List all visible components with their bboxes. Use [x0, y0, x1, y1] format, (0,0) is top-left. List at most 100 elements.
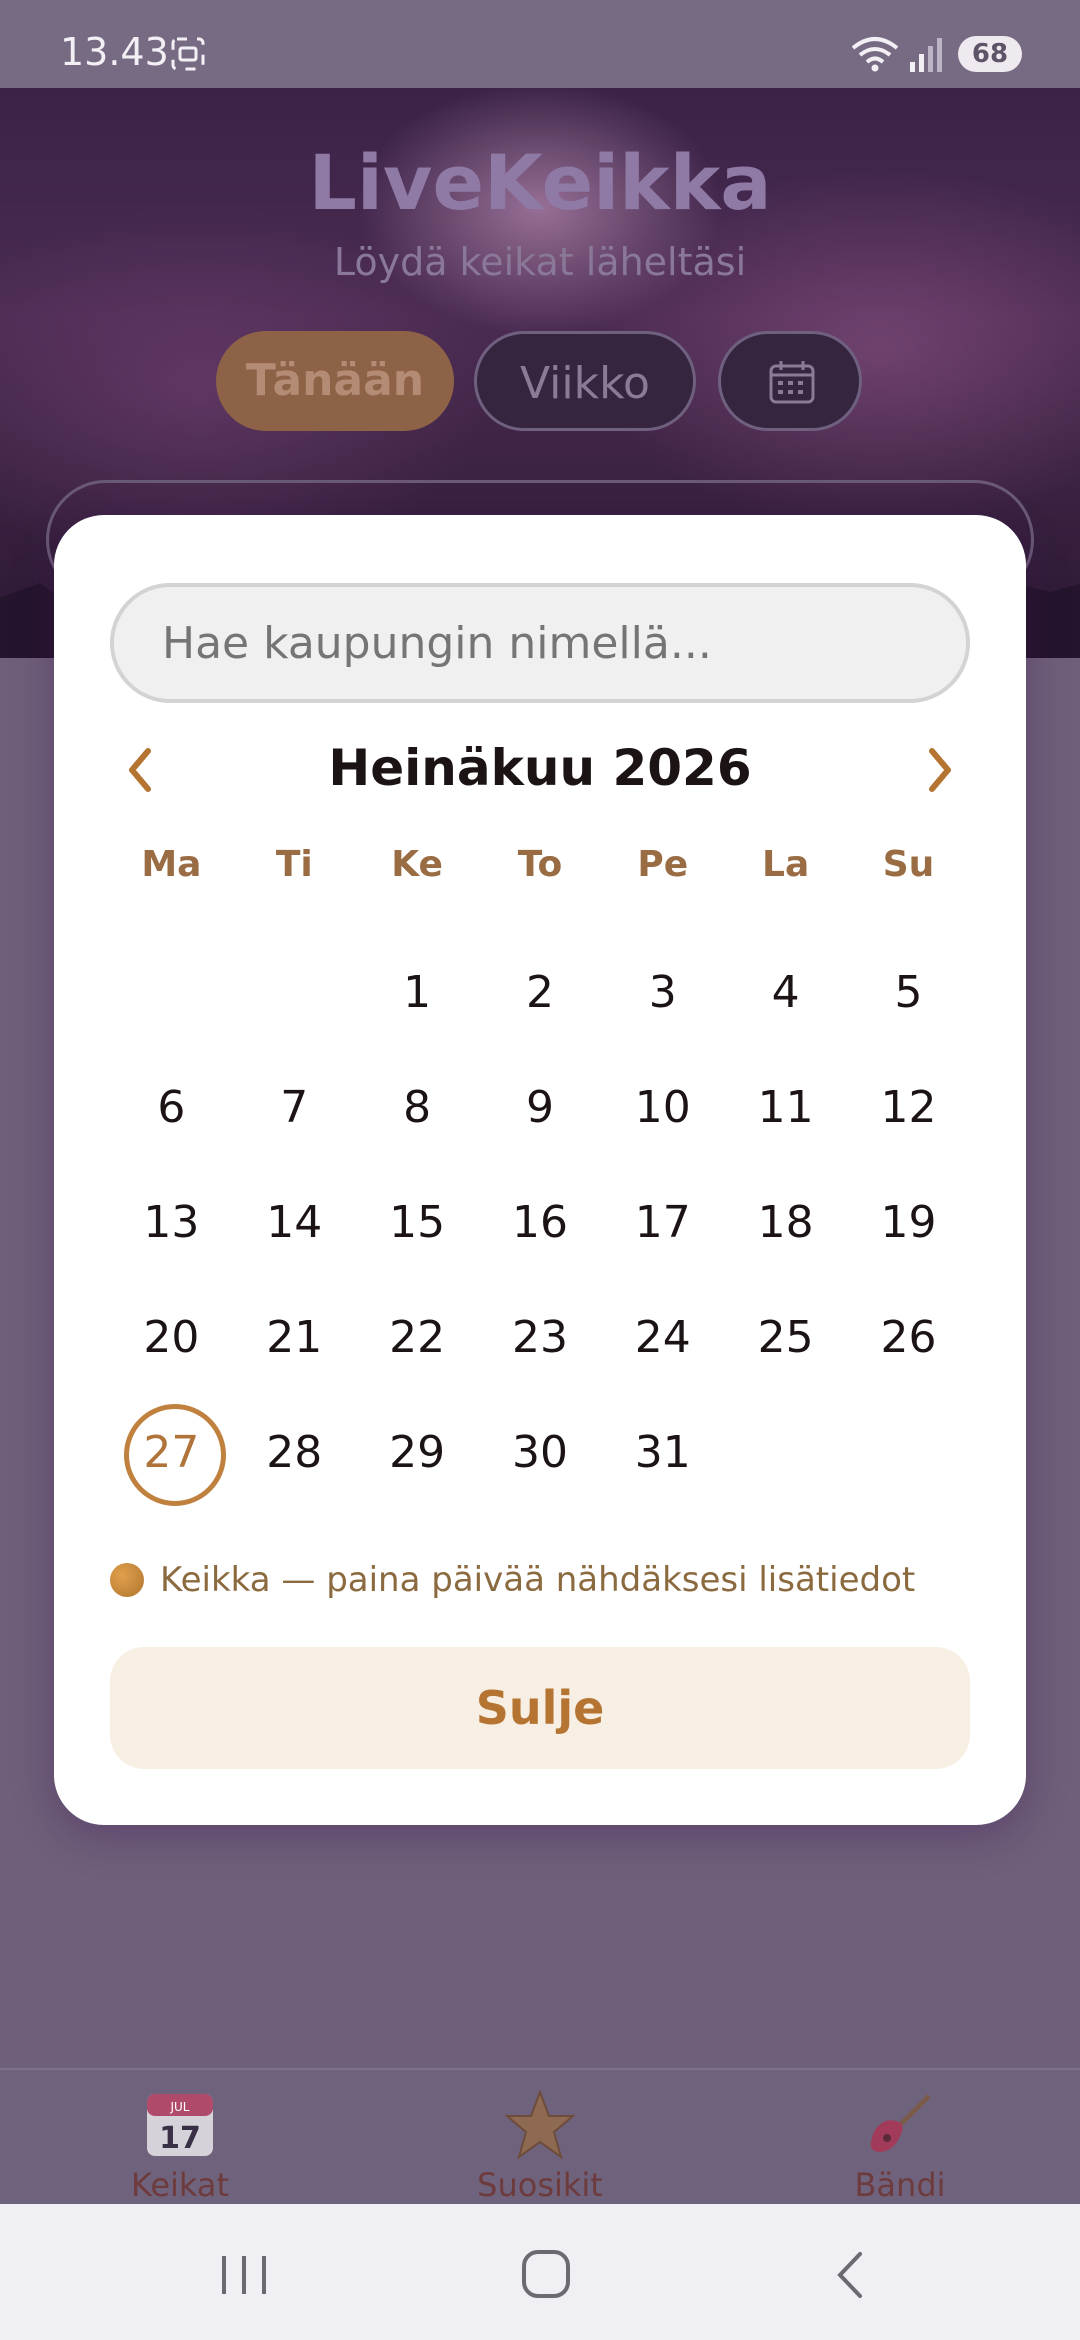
calendar-day[interactable]: 24 [601, 1280, 724, 1395]
calendar-day[interactable]: 8 [356, 1050, 479, 1165]
weekday-header-row: Ma Ti Ke To Pe La Su [110, 815, 970, 935]
calendar-icon-month: JUL [169, 2100, 189, 2114]
calendar-day[interactable]: 31 [601, 1395, 724, 1510]
calendar-day-number: 3 [648, 967, 677, 1018]
calendar-day-number: 21 [266, 1312, 323, 1363]
calendar-day[interactable]: 25 [724, 1280, 847, 1395]
calendar-day-number: 13 [143, 1197, 200, 1248]
calendar-day-number: 8 [403, 1082, 432, 1133]
calendar-day[interactable]: 4 [724, 935, 847, 1050]
calendar-day[interactable]: 26 [847, 1280, 970, 1395]
guitar-icon [870, 2094, 931, 2152]
home-button[interactable] [520, 2248, 572, 2300]
calendar-day-number: 19 [880, 1197, 937, 1248]
weekday-label: Ti [275, 844, 313, 885]
month-title: Heinäkuu 2026 [328, 739, 752, 797]
calendar-day-number: 10 [634, 1082, 691, 1133]
tab-week[interactable]: Viikko [474, 331, 696, 431]
calendar-icon [769, 361, 815, 404]
calendar-day[interactable]: 3 [601, 935, 724, 1050]
calendar-day-number: 23 [511, 1312, 568, 1363]
calendar-dialog: Heinäkuu 2026 Ma Ti Ke To Pe La Su 12345… [54, 515, 1026, 1825]
signal-icon [910, 38, 942, 72]
calendar-day-number: 16 [511, 1197, 568, 1248]
recents-button[interactable] [216, 2252, 272, 2298]
calendar-day[interactable]: 7 [233, 1050, 356, 1165]
calendar-day[interactable]: 9 [479, 1050, 602, 1165]
calendar-day[interactable]: 11 [724, 1050, 847, 1165]
status-time: 13.43 [60, 30, 169, 74]
calendar-day[interactable]: 28 [233, 1395, 356, 1510]
calendar-day[interactable]: 6 [110, 1050, 233, 1165]
calendar-week-row: 1 2 3 4 5 [110, 935, 970, 1050]
calendar-week-row: 6 7 8 9 10 11 12 [110, 1050, 970, 1165]
calendar-day-number: 5 [894, 967, 923, 1018]
calendar-day-number: 22 [389, 1312, 446, 1363]
calendar-day-number: 24 [634, 1312, 691, 1363]
weekday-label: To [517, 844, 563, 885]
weekday-label: Su [882, 844, 935, 885]
weekday-label: Ma [141, 844, 202, 885]
calendar-day-number: 2 [525, 967, 554, 1018]
calendar-day[interactable]: 2 [479, 935, 602, 1050]
app-subtitle: Löydä keikat läheltäsi [333, 240, 747, 284]
nav-label: Keikat [130, 2166, 230, 2204]
calendar-day-number: 12 [880, 1082, 937, 1133]
calendar-day-number: 29 [389, 1427, 446, 1478]
calendar-day[interactable]: 13 [110, 1165, 233, 1280]
calendar-day[interactable]: 19 [847, 1165, 970, 1280]
next-month-button[interactable] [920, 745, 960, 795]
calendar-day[interactable]: 22 [356, 1280, 479, 1395]
calendar-day-number: 9 [525, 1082, 554, 1133]
calendar-day-number: 17 [634, 1197, 691, 1248]
city-search-input[interactable] [110, 583, 970, 703]
calendar-day[interactable]: 29 [356, 1395, 479, 1510]
calendar-weeks: 1 2 3 4 5 6 7 8 9 10 11 12 13 14 15 16 17 18 19 20 21 22 23 24 2… [110, 935, 970, 1510]
calendar-day-today[interactable]: 27 [110, 1395, 233, 1510]
calendar-day-number: 7 [280, 1082, 309, 1133]
calendar-day-number: 26 [880, 1312, 937, 1363]
app-title: LiveKeikka [308, 138, 772, 227]
status-bar: 13.43 68 [0, 0, 1080, 88]
nav-item-band[interactable]: Bändi [800, 2090, 1000, 2204]
calendar-day[interactable]: 1 [356, 935, 479, 1050]
calendar-day[interactable]: 5 [847, 935, 970, 1050]
calendar-day[interactable]: 18 [724, 1165, 847, 1280]
calendar-icon: JUL 17 [147, 2094, 213, 2156]
nav-item-favorites[interactable]: Suosikit [440, 2089, 640, 2204]
system-nav-bar [0, 2204, 1080, 2340]
calendar-button[interactable] [718, 331, 862, 431]
calendar-day-number: 31 [634, 1427, 691, 1478]
weekday-label: Ke [391, 844, 443, 885]
calendar-day[interactable]: 10 [601, 1050, 724, 1165]
tab-today[interactable]: Tänään [216, 331, 454, 431]
calendar-day[interactable]: 23 [479, 1280, 602, 1395]
calendar-day-number: 25 [757, 1312, 814, 1363]
calendar-day[interactable]: 21 [233, 1280, 356, 1395]
calendar-day[interactable]: 15 [356, 1165, 479, 1280]
nav-label: Suosikit [477, 2166, 603, 2204]
nav-label: Bändi [854, 2166, 946, 2204]
screenshot-icon [171, 37, 205, 71]
calendar-week-row: 27 28 29 30 31 [110, 1395, 970, 1510]
calendar-day-number: 27 [143, 1427, 200, 1478]
calendar-day-number: 11 [757, 1082, 814, 1133]
calendar-day[interactable]: 30 [479, 1395, 602, 1510]
calendar-day[interactable]: 20 [110, 1280, 233, 1395]
wifi-icon [851, 37, 899, 72]
calendar-icon-day: 17 [159, 2121, 201, 2156]
back-button[interactable] [830, 2250, 870, 2300]
calendar-day-number: 18 [757, 1197, 814, 1248]
calendar-day[interactable]: 14 [233, 1165, 356, 1280]
star-icon [504, 2089, 576, 2160]
close-button[interactable]: Sulje [110, 1647, 970, 1769]
calendar-day-number: 14 [266, 1197, 323, 1248]
calendar-day-number: 6 [157, 1082, 186, 1133]
calendar-day[interactable]: 16 [479, 1165, 602, 1280]
weekday-label: Pe [637, 844, 689, 885]
calendar-day[interactable]: 12 [847, 1050, 970, 1165]
nav-item-gigs[interactable]: JUL 17 Keikat [80, 2090, 280, 2204]
gig-dot-icon [110, 1563, 144, 1597]
calendar-day-number: 15 [389, 1197, 446, 1248]
calendar-day[interactable]: 17 [601, 1165, 724, 1280]
